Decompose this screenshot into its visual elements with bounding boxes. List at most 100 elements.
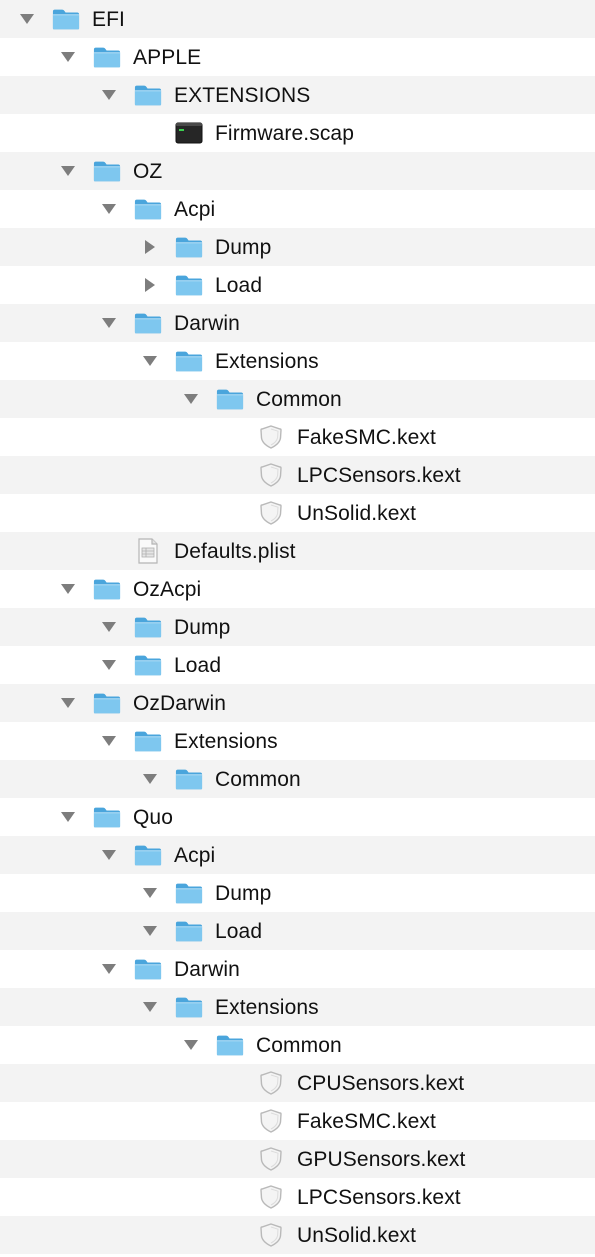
tree-item-label: APPLE [133, 45, 202, 69]
tree-item-label: EXTENSIONS [174, 83, 311, 107]
folder-icon [216, 387, 244, 411]
folder-icon [175, 881, 203, 905]
tree-item-label: LPCSensors.kext [297, 1185, 461, 1209]
tree-row-lpcsensors-kext[interactable]: LPCSensors.kext [0, 456, 595, 494]
folder-icon [93, 577, 121, 601]
disclosure-expanded-icon[interactable] [59, 162, 77, 180]
folder-icon [175, 995, 203, 1019]
disclosure-expanded-icon[interactable] [59, 580, 77, 598]
folder-icon [134, 615, 162, 639]
disclosure-expanded-icon[interactable] [100, 86, 118, 104]
tree-row-darwin[interactable]: Darwin [0, 950, 595, 988]
disclosure-expanded-icon[interactable] [100, 618, 118, 636]
disclosure-expanded-icon[interactable] [100, 200, 118, 218]
tree-item-label: Firmware.scap [215, 121, 354, 145]
tree-row-firmware-scap[interactable]: Firmware.scap [0, 114, 595, 152]
tree-row-common[interactable]: Common [0, 380, 595, 418]
tree-row-common[interactable]: Common [0, 1026, 595, 1064]
tree-row-acpi[interactable]: Acpi [0, 190, 595, 228]
folder-icon [175, 349, 203, 373]
tree-row-darwin[interactable]: Darwin [0, 304, 595, 342]
tree-row-extensions[interactable]: EXTENSIONS [0, 76, 595, 114]
tree-row-fakesmc-kext[interactable]: FakeSMC.kext [0, 1102, 595, 1140]
tree-row-common[interactable]: Common [0, 760, 595, 798]
tree-item-label: EFI [92, 7, 125, 31]
tree-item-label: Darwin [174, 311, 240, 335]
tree-item-label: Extensions [215, 995, 319, 1019]
tree-row-load[interactable]: Load [0, 646, 595, 684]
disclosure-expanded-icon[interactable] [59, 48, 77, 66]
disclosure-expanded-icon[interactable] [141, 352, 159, 370]
tree-row-extensions[interactable]: Extensions [0, 988, 595, 1026]
tree-item-label: LPCSensors.kext [297, 463, 461, 487]
disclosure-expanded-icon[interactable] [182, 390, 200, 408]
disclosure-expanded-icon[interactable] [100, 656, 118, 674]
folder-icon [134, 843, 162, 867]
disclosure-expanded-icon[interactable] [100, 732, 118, 750]
kext-shield-icon [257, 1109, 285, 1133]
tree-row-unsolid-kext[interactable]: UnSolid.kext [0, 1216, 595, 1254]
tree-item-label: Common [215, 767, 301, 791]
tree-row-efi[interactable]: EFI [0, 0, 595, 38]
tree-row-unsolid-kext[interactable]: UnSolid.kext [0, 494, 595, 532]
tree-item-label: Common [256, 387, 342, 411]
tree-row-load[interactable]: Load [0, 266, 595, 304]
tree-row-extensions[interactable]: Extensions [0, 342, 595, 380]
tree-item-label: Load [174, 653, 222, 677]
disclosure-expanded-icon[interactable] [141, 884, 159, 902]
tree-item-label: Dump [215, 235, 272, 259]
folder-icon [134, 653, 162, 677]
disclosure-expanded-icon[interactable] [141, 922, 159, 940]
disclosure-expanded-icon[interactable] [59, 808, 77, 826]
folder-icon [93, 159, 121, 183]
disclosure-expanded-icon[interactable] [141, 770, 159, 788]
kext-shield-icon [257, 1223, 285, 1247]
tree-row-ozdarwin[interactable]: OzDarwin [0, 684, 595, 722]
tree-item-label: FakeSMC.kext [297, 1109, 436, 1133]
plist-file-icon [134, 538, 162, 564]
tree-row-load[interactable]: Load [0, 912, 595, 950]
tree-item-label: OZ [133, 159, 163, 183]
kext-shield-icon [257, 501, 285, 525]
folder-icon [175, 767, 203, 791]
kext-shield-icon [257, 1147, 285, 1171]
disclosure-collapsed-icon[interactable] [141, 238, 159, 256]
tree-item-label: Extensions [174, 729, 278, 753]
tree-row-extensions[interactable]: Extensions [0, 722, 595, 760]
tree-row-quo[interactable]: Quo [0, 798, 595, 836]
tree-row-dump[interactable]: Dump [0, 608, 595, 646]
tree-row-lpcsensors-kext[interactable]: LPCSensors.kext [0, 1178, 595, 1216]
tree-item-label: Acpi [174, 843, 216, 867]
disclosure-expanded-icon[interactable] [18, 10, 36, 28]
file-tree: EFI APPLE EXTENSIONS Firmware.scap OZ Acpi Dum… [0, 0, 595, 1254]
tree-row-defaults-plist[interactable]: Defaults.plist [0, 532, 595, 570]
tree-item-label: Dump [174, 615, 231, 639]
tree-item-label: Quo [133, 805, 173, 829]
tree-item-label: Dump [215, 881, 272, 905]
disclosure-expanded-icon[interactable] [141, 998, 159, 1016]
disclosure-expanded-icon[interactable] [100, 846, 118, 864]
tree-item-label: UnSolid.kext [297, 501, 417, 525]
tree-row-dump[interactable]: Dump [0, 874, 595, 912]
tree-row-apple[interactable]: APPLE [0, 38, 595, 76]
tree-row-cpusensors-kext[interactable]: CPUSensors.kext [0, 1064, 595, 1102]
folder-icon [175, 919, 203, 943]
disclosure-expanded-icon[interactable] [100, 960, 118, 978]
tree-row-ozacpi[interactable]: OzAcpi [0, 570, 595, 608]
folder-icon [93, 691, 121, 715]
tree-row-fakesmc-kext[interactable]: FakeSMC.kext [0, 418, 595, 456]
tree-item-label: Acpi [174, 197, 216, 221]
tree-row-acpi[interactable]: Acpi [0, 836, 595, 874]
tree-row-oz[interactable]: OZ [0, 152, 595, 190]
tree-row-gpusensors-kext[interactable]: GPUSensors.kext [0, 1140, 595, 1178]
tree-item-label: OzDarwin [133, 691, 226, 715]
disclosure-expanded-icon[interactable] [182, 1036, 200, 1054]
tree-row-dump[interactable]: Dump [0, 228, 595, 266]
disclosure-collapsed-icon[interactable] [141, 276, 159, 294]
disclosure-expanded-icon[interactable] [59, 694, 77, 712]
disclosure-expanded-icon[interactable] [100, 314, 118, 332]
kext-shield-icon [257, 463, 285, 487]
tree-item-label: Load [215, 919, 263, 943]
tree-item-label: OzAcpi [133, 577, 202, 601]
folder-icon [134, 83, 162, 107]
